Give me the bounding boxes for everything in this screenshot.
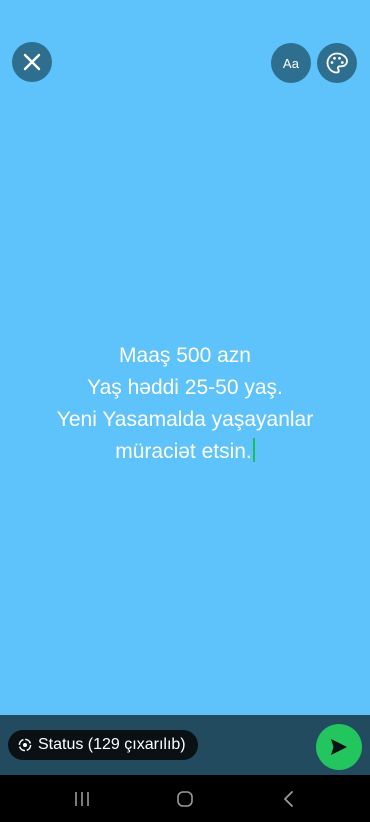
status-canvas[interactable]: Aa Maaş 500 azn Yaş həddi 25-50 yaş. Yen… (0, 0, 370, 715)
status-text-line-4-text: müraciət etsin. (115, 440, 252, 463)
back-button[interactable] (277, 787, 301, 811)
home-button[interactable] (173, 787, 197, 811)
system-navigation-bar (0, 775, 370, 822)
status-text-line-1: Maaş 500 azn (119, 344, 251, 367)
status-text-line-2: Yaş həddi 25-50 yaş. (87, 376, 283, 399)
send-button[interactable] (316, 724, 362, 770)
send-icon (329, 737, 349, 757)
status-text-input[interactable]: Maaş 500 azn Yaş həddi 25-50 yaş. Yeni Y… (0, 340, 370, 468)
composer-bar: Status (129 çıxarılıb) (0, 715, 370, 775)
color-palette-button[interactable] (317, 43, 357, 83)
home-icon (176, 790, 194, 808)
status-icon (18, 738, 32, 752)
font-style-button[interactable]: Aa (271, 43, 311, 83)
recents-icon (73, 790, 91, 808)
status-text-line-4: müraciət etsin. (0, 436, 370, 468)
text-cursor (252, 438, 255, 462)
status-audience-label: Status (129 çıxarılıb) (38, 736, 186, 753)
status-text-line-3: Yeni Yasamalda yaşayanlar (56, 408, 314, 431)
close-button[interactable] (12, 42, 52, 82)
back-icon (280, 790, 298, 808)
font-style-label: Aa (282, 55, 300, 71)
recents-button[interactable] (70, 787, 94, 811)
palette-icon (325, 51, 349, 75)
status-audience-button[interactable]: Status (129 çıxarılıb) (8, 730, 198, 760)
close-icon (23, 53, 41, 71)
